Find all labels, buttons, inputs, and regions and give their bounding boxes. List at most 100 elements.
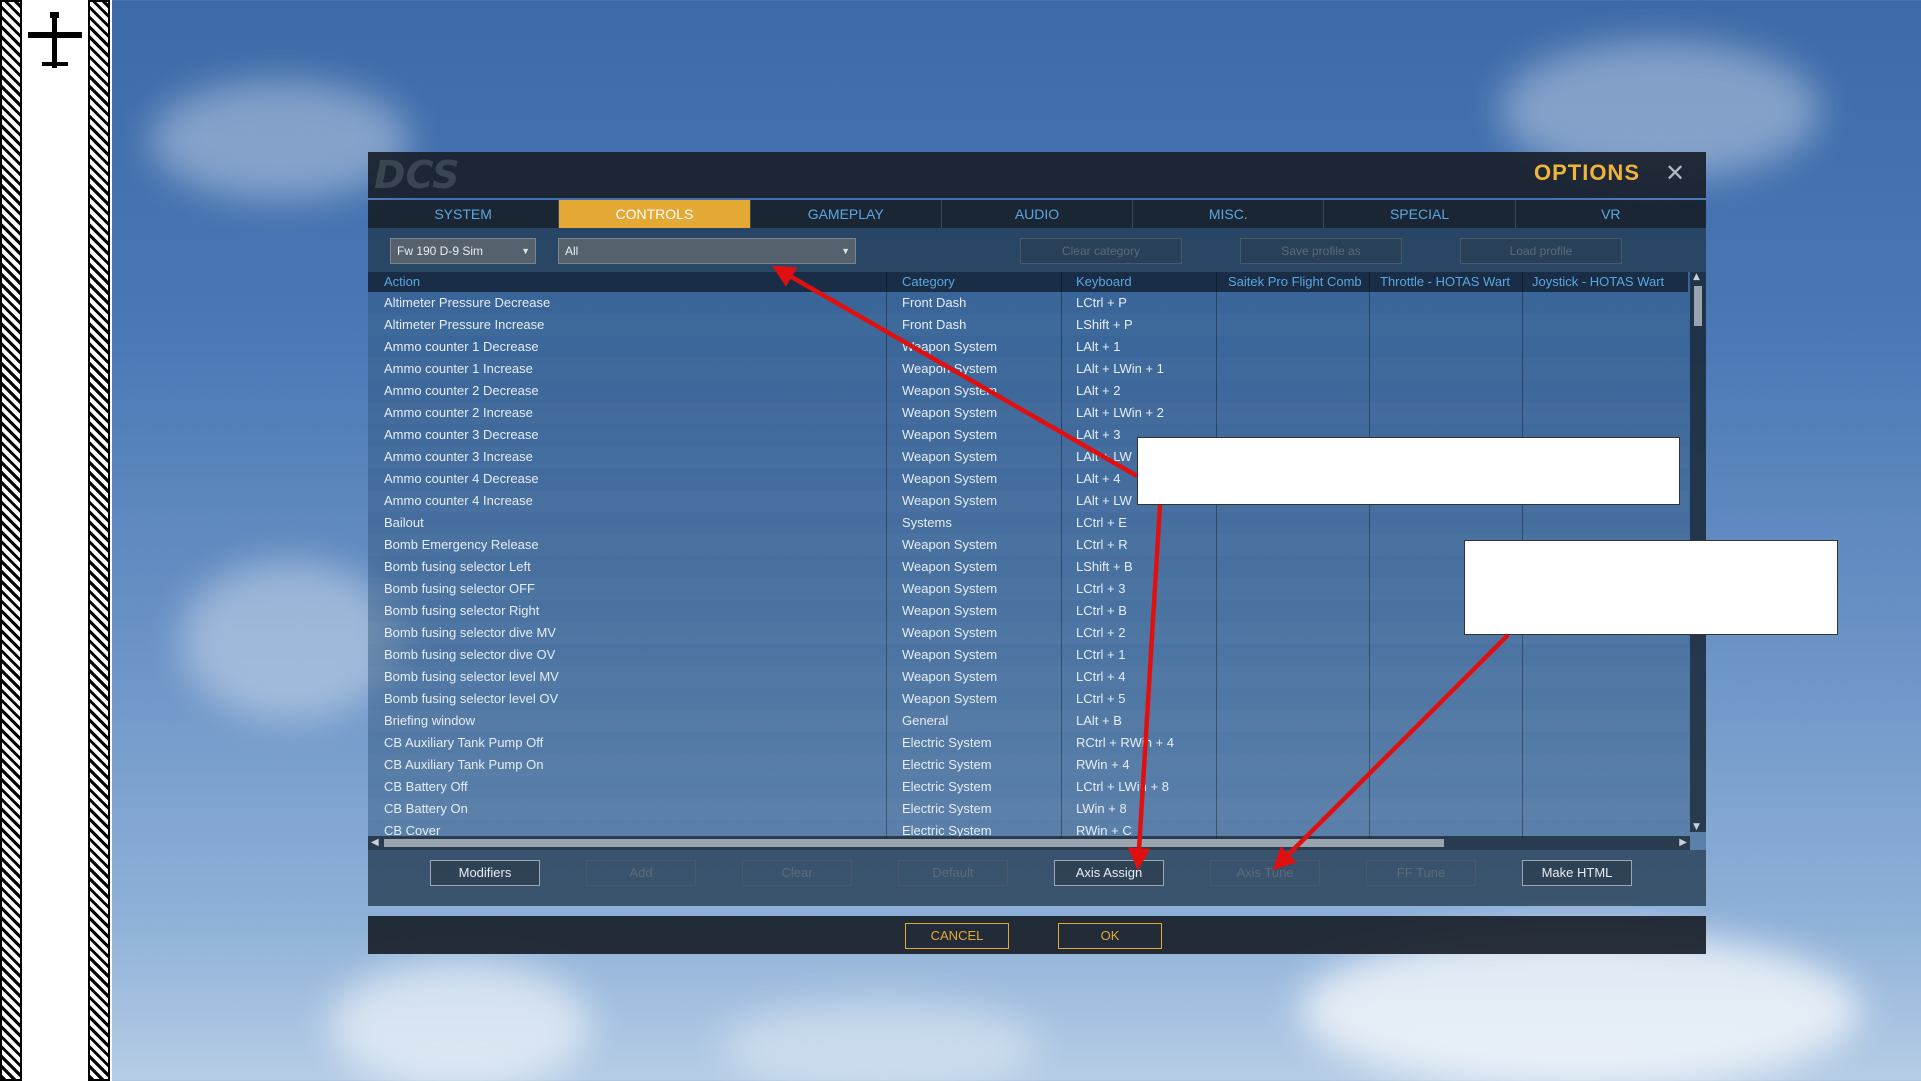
scroll-right-arrow-icon[interactable]: ▶ <box>1679 836 1687 850</box>
cell-category: Weapon System <box>902 383 998 398</box>
cell-keyboard: LCtrl + 4 <box>1076 669 1126 684</box>
clear-button[interactable]: Clear <box>742 860 852 886</box>
cell-category: Electric System <box>902 779 992 794</box>
cell-keyboard: LCtrl + 3 <box>1076 581 1126 596</box>
table-row[interactable]: Altimeter Pressure Decrease Front Dash LCt… <box>368 292 1688 314</box>
cell-category: Weapon System <box>902 581 998 596</box>
table-row[interactable]: CB Battery Off Electric System LCtrl + LWi… <box>368 776 1688 798</box>
airplane-icon <box>28 12 82 68</box>
header-category[interactable]: Category <box>902 272 1072 292</box>
cell-action: Bomb fusing selector dive MV <box>384 625 556 640</box>
cell-keyboard: LCtrl + 1 <box>1076 647 1126 662</box>
table-row[interactable]: Bailout Systems LCtrl + E <box>368 512 1688 534</box>
tab-system[interactable]: SYSTEM <box>368 200 560 228</box>
table-row[interactable]: CB Auxiliary Tank Pump On Electric System… <box>368 754 1688 776</box>
table-row[interactable]: Bomb fusing selector level MV Weapon Syst… <box>368 666 1688 688</box>
window-title: OPTIONS <box>1533 160 1640 185</box>
cell-keyboard: LCtrl + E <box>1076 515 1127 530</box>
cell-keyboard: LCtrl + P <box>1076 295 1127 310</box>
table-row[interactable]: Altimeter Pressure Increase Front Dash LSh… <box>368 314 1688 336</box>
tab-controls[interactable]: CONTROLS <box>559 200 751 228</box>
cell-keyboard: LShift + P <box>1076 317 1133 332</box>
scroll-down-arrow-icon[interactable]: ▼ <box>1693 822 1700 832</box>
table-header: Action Category Keyboard Saitek Pro Flig… <box>368 272 1688 292</box>
tab-audio[interactable]: AUDIO <box>942 200 1134 228</box>
aircraft-select[interactable]: Fw 190 D-9 Sim ▼ <box>390 238 536 264</box>
table-row[interactable]: Bomb fusing selector dive OV Weapon Syste… <box>368 644 1688 666</box>
cell-action: Bomb fusing selector dive OV <box>384 647 556 662</box>
left-sidebar-strip <box>0 0 112 1081</box>
cell-action: CB Auxiliary Tank Pump Off <box>384 735 544 750</box>
cell-category: Front Dash <box>902 317 967 332</box>
cell-keyboard: LAlt + 1 <box>1076 339 1121 354</box>
make-html-button[interactable]: Make HTML <box>1522 860 1632 886</box>
cell-action: Bomb fusing selector Right <box>384 603 540 618</box>
cell-category: Weapon System <box>902 559 998 574</box>
scroll-left-arrow-icon[interactable]: ◀ <box>371 836 379 850</box>
vertical-scroll-thumb[interactable] <box>1694 286 1702 326</box>
cell-action: Bomb Emergency Release <box>384 537 539 552</box>
modifiers-button[interactable]: Modifiers <box>430 860 540 886</box>
header-action[interactable]: Action <box>384 272 884 292</box>
table-row[interactable]: Ammo counter 1 Increase Weapon System LAlt… <box>368 358 1688 380</box>
svg-text:DCS: DCS <box>374 154 459 194</box>
hatch-border-right <box>88 0 110 1081</box>
cell-category: Weapon System <box>902 603 998 618</box>
options-dialog: DCS OPTIONS ✕ SYSTEM CONTROLS GAMEPLAY A… <box>368 152 1706 906</box>
category-filter-select[interactable]: All ▼ <box>558 238 856 264</box>
default-button[interactable]: Default <box>898 860 1008 886</box>
header-device-3[interactable]: Joystick - HOTAS Wart <box>1532 272 1680 292</box>
header-device-1[interactable]: Saitek Pro Flight Comb <box>1228 272 1376 292</box>
aircraft-select-value: Fw 190 D-9 Sim <box>397 244 484 258</box>
table-row[interactable]: CB Battery On Electric System LWin + 8 <box>368 798 1688 820</box>
dialog-footer: CANCEL OK <box>368 916 1706 954</box>
annotation-box <box>1464 540 1838 635</box>
table-row[interactable]: CB Auxiliary Tank Pump Off Electric Syste… <box>368 732 1688 754</box>
dropdown-caret-icon: ▼ <box>841 246 850 256</box>
table-row[interactable]: Ammo counter 1 Decrease Weapon System LAlt… <box>368 336 1688 358</box>
tab-vr[interactable]: VR <box>1516 200 1706 228</box>
cell-keyboard: RCtrl + RWin + 4 <box>1076 735 1175 750</box>
cell-category: Weapon System <box>902 427 998 442</box>
cell-action: Altimeter Pressure Increase <box>384 317 545 332</box>
cell-category: Weapon System <box>902 625 998 640</box>
table-row[interactable]: Briefing window General LAlt + B <box>368 710 1688 732</box>
tab-misc[interactable]: MISC. <box>1133 200 1325 228</box>
header-keyboard[interactable]: Keyboard <box>1076 272 1216 292</box>
scroll-up-arrow-icon[interactable]: ▲ <box>1693 272 1700 282</box>
cell-category: Weapon System <box>902 339 998 354</box>
horizontal-scrollbar[interactable]: ◀ ▶ <box>368 836 1690 850</box>
table-row[interactable]: Ammo counter 2 Decrease Weapon System LAlt… <box>368 380 1688 402</box>
header-device-2[interactable]: Throttle - HOTAS Wart <box>1380 272 1528 292</box>
load-profile-button[interactable]: Load profile <box>1460 238 1622 264</box>
ff-tune-button[interactable]: FF Tune <box>1366 860 1476 886</box>
cell-category: Weapon System <box>902 471 998 486</box>
cell-category: Weapon System <box>902 493 998 508</box>
tab-gameplay[interactable]: GAMEPLAY <box>751 200 942 228</box>
cell-category: Weapon System <box>902 405 998 420</box>
cell-keyboard: RWin + 4 <box>1076 757 1130 772</box>
cell-action: Ammo counter 1 Increase <box>384 361 533 376</box>
cell-action: Bomb fusing selector Left <box>384 559 531 574</box>
table-row[interactable]: Ammo counter 2 Increase Weapon System LAlt… <box>368 402 1688 424</box>
ok-button[interactable]: OK <box>1058 923 1162 949</box>
save-profile-as-button[interactable]: Save profile as <box>1240 238 1402 264</box>
cell-category: Weapon System <box>902 537 998 552</box>
clear-category-button[interactable]: Clear category <box>1020 238 1182 264</box>
close-icon[interactable]: ✕ <box>1662 159 1688 189</box>
cancel-button[interactable]: CANCEL <box>905 923 1009 949</box>
controls-toolbar: Fw 190 D-9 Sim ▼ All ▼ Clear category Sa… <box>368 228 1706 272</box>
axis-assign-button[interactable]: Axis Assign <box>1054 860 1164 886</box>
cell-category: Front Dash <box>902 295 967 310</box>
add-button[interactable]: Add <box>586 860 696 886</box>
cloud <box>330 960 590 1081</box>
horizontal-scroll-thumb[interactable] <box>384 839 1444 847</box>
cell-category: Weapon System <box>902 647 998 662</box>
category-filter-value: All <box>565 244 579 258</box>
axis-tune-button[interactable]: Axis Tune <box>1210 860 1320 886</box>
cell-keyboard: LWin + 8 <box>1076 801 1127 816</box>
table-row[interactable]: Bomb fusing selector level OV Weapon Syst… <box>368 688 1688 710</box>
cell-category: Systems <box>902 515 952 530</box>
tab-special[interactable]: SPECIAL <box>1324 200 1516 228</box>
cell-category: Weapon System <box>902 449 998 464</box>
